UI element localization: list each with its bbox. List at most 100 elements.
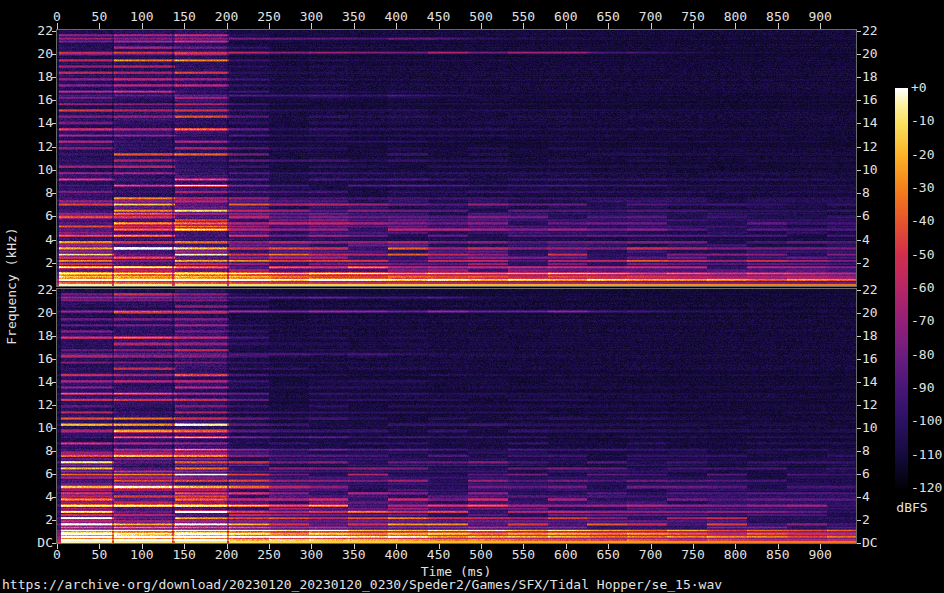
freq-tick-mark bbox=[857, 193, 861, 194]
freq-tick-label: 22 bbox=[0, 283, 53, 296]
time-tick-label: 750 bbox=[681, 548, 704, 561]
freq-tick-mark bbox=[52, 147, 56, 148]
time-tick-label: 500 bbox=[469, 548, 492, 561]
time-tick-label: 200 bbox=[215, 548, 238, 561]
freq-tick-label: 12 bbox=[862, 140, 878, 153]
freq-tick-label: 18 bbox=[862, 329, 878, 342]
freq-tick-label: 8 bbox=[0, 444, 53, 457]
time-tick-label: 850 bbox=[766, 10, 789, 23]
time-tick-mark bbox=[651, 23, 652, 29]
time-tick-mark bbox=[566, 23, 567, 29]
freq-tick-mark bbox=[52, 451, 56, 452]
freq-tick-mark bbox=[52, 216, 56, 217]
freq-tick-mark bbox=[52, 263, 56, 264]
freq-tick-mark bbox=[52, 543, 56, 544]
colorbar-tick-label: -110 bbox=[911, 448, 942, 461]
freq-tick-label: 6 bbox=[0, 209, 53, 222]
freq-tick-label: 20 bbox=[0, 47, 53, 60]
freq-tick-label: 22 bbox=[862, 24, 878, 37]
freq-tick-mark bbox=[857, 520, 861, 521]
freq-tick-label: 8 bbox=[862, 444, 870, 457]
time-tick-mark bbox=[142, 544, 143, 549]
freq-tick-mark bbox=[52, 170, 56, 171]
time-tick-mark bbox=[142, 23, 143, 29]
freq-tick-label: 14 bbox=[862, 116, 878, 129]
freq-tick-mark bbox=[857, 290, 861, 291]
freq-tick-label: 18 bbox=[0, 70, 53, 83]
time-tick-label: 0 bbox=[53, 548, 61, 561]
freq-tick-mark bbox=[857, 405, 861, 406]
time-tick-mark bbox=[820, 544, 821, 549]
time-tick-mark bbox=[481, 544, 482, 549]
spectrogram-channel-1 bbox=[57, 30, 856, 286]
freq-tick-mark bbox=[52, 31, 56, 32]
freq-tick-mark bbox=[857, 263, 861, 264]
freq-tick-label: 4 bbox=[0, 233, 53, 246]
colorbar-title: dBFS bbox=[896, 501, 927, 514]
time-tick-label: 50 bbox=[92, 548, 108, 561]
freq-tick-mark bbox=[857, 54, 861, 55]
time-tick-label: 800 bbox=[724, 548, 747, 561]
freq-tick-mark bbox=[52, 520, 56, 521]
colorbar-tick-label: -120 bbox=[911, 481, 942, 494]
freq-tick-label: 6 bbox=[0, 467, 53, 480]
freq-dc-label: DC bbox=[862, 536, 878, 549]
colorbar-tick-label: -100 bbox=[911, 414, 942, 427]
time-tick-label: 600 bbox=[554, 548, 577, 561]
freq-tick-label: 16 bbox=[862, 352, 878, 365]
time-tick-label: 550 bbox=[512, 10, 535, 23]
freq-tick-mark bbox=[857, 451, 861, 452]
freq-tick-label: 2 bbox=[862, 513, 870, 526]
freq-tick-label: 22 bbox=[0, 24, 53, 37]
freq-tick-mark bbox=[52, 382, 56, 383]
freq-tick-mark bbox=[857, 474, 861, 475]
spectrogram-channel-2-frame bbox=[56, 288, 857, 544]
time-tick-mark bbox=[396, 544, 397, 549]
time-tick-mark bbox=[57, 23, 58, 29]
time-tick-label: 100 bbox=[130, 10, 153, 23]
time-tick-label: 300 bbox=[300, 10, 323, 23]
freq-tick-label: 2 bbox=[0, 256, 53, 269]
freq-tick-label: 8 bbox=[862, 186, 870, 199]
time-tick-label: 400 bbox=[384, 10, 407, 23]
time-tick-mark bbox=[820, 23, 821, 29]
freq-tick-mark bbox=[857, 497, 861, 498]
time-tick-label: 650 bbox=[596, 548, 619, 561]
time-tick-label: 900 bbox=[808, 548, 831, 561]
freq-tick-label: 12 bbox=[862, 398, 878, 411]
time-tick-mark bbox=[396, 23, 397, 29]
time-tick-label: 350 bbox=[342, 548, 365, 561]
freq-tick-mark bbox=[52, 54, 56, 55]
freq-dc-label: DC bbox=[0, 536, 53, 549]
colorbar-tick-label: -70 bbox=[911, 314, 934, 327]
time-tick-mark bbox=[693, 23, 694, 29]
freq-tick-mark bbox=[857, 216, 861, 217]
time-tick-mark bbox=[608, 544, 609, 549]
freq-tick-mark bbox=[857, 123, 861, 124]
colorbar-tick-label: -90 bbox=[911, 381, 934, 394]
freq-tick-label: 10 bbox=[0, 163, 53, 176]
spectrogram-channel-1-frame bbox=[56, 29, 857, 287]
freq-tick-mark bbox=[52, 193, 56, 194]
freq-tick-label: 8 bbox=[0, 186, 53, 199]
freq-tick-mark bbox=[52, 497, 56, 498]
freq-tick-label: 16 bbox=[862, 93, 878, 106]
time-tick-mark bbox=[99, 544, 100, 549]
freq-tick-label: 18 bbox=[862, 70, 878, 83]
time-tick-mark bbox=[57, 544, 58, 549]
freq-tick-mark bbox=[52, 290, 56, 291]
colorbar-tick-label: -80 bbox=[911, 348, 934, 361]
colorbar-tick-label: +0 bbox=[911, 81, 927, 94]
freq-tick-label: 6 bbox=[862, 209, 870, 222]
freq-tick-mark bbox=[52, 100, 56, 101]
freq-tick-label: 20 bbox=[0, 306, 53, 319]
freq-tick-label: 10 bbox=[862, 421, 878, 434]
freq-tick-mark bbox=[52, 336, 56, 337]
freq-tick-label: 4 bbox=[862, 233, 870, 246]
time-tick-mark bbox=[735, 544, 736, 549]
freq-tick-mark bbox=[857, 543, 861, 544]
freq-tick-mark bbox=[857, 382, 861, 383]
time-tick-mark bbox=[311, 23, 312, 29]
freq-tick-label: 20 bbox=[862, 47, 878, 60]
time-tick-mark bbox=[566, 544, 567, 549]
